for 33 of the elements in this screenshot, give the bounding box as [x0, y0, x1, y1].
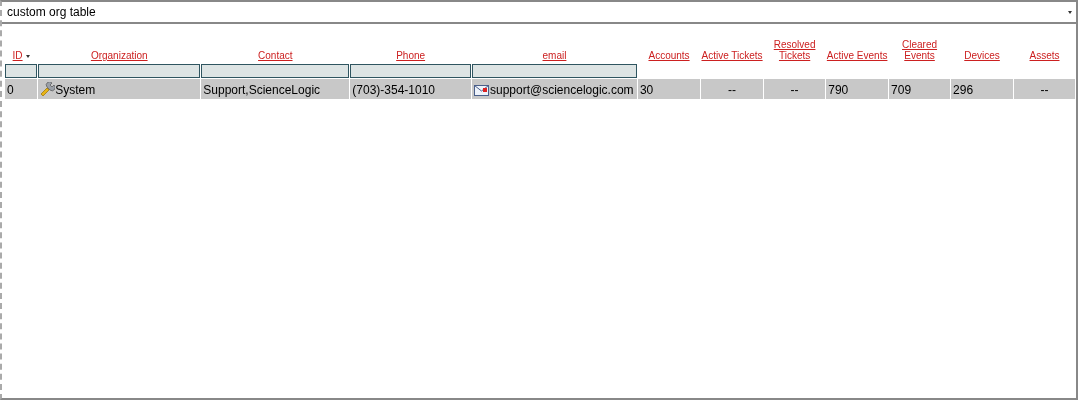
column-header-link[interactable]: Active Tickets	[701, 50, 763, 61]
table-cell: 0	[5, 79, 38, 99]
caret-icon	[1068, 10, 1072, 14]
filter-field[interactable]	[350, 64, 471, 78]
filter-field[interactable]	[472, 64, 637, 78]
table-cell: --	[1014, 79, 1075, 99]
table-cell: --	[701, 79, 763, 99]
table-cell: --	[764, 79, 826, 99]
table-cell: 709	[889, 79, 951, 99]
column-header-link[interactable]: Accounts	[648, 50, 690, 61]
table-cell: support@sciencelogic.com	[472, 79, 637, 99]
envelope-icon	[474, 82, 490, 96]
column-header-link[interactable]: Organization	[90, 50, 148, 61]
table-cell: 790	[826, 79, 889, 99]
filter-field[interactable]	[5, 64, 38, 78]
column-header-link[interactable]: Assets	[1029, 50, 1060, 61]
table-cell: (703)-354-1010	[350, 79, 471, 99]
wrench-icon	[40, 82, 56, 96]
column-header-link[interactable]: Contact	[258, 50, 293, 61]
column-header-link[interactable]: Active Events	[826, 50, 888, 61]
table-cell: 296	[951, 79, 1014, 99]
filter-field[interactable]	[38, 64, 201, 78]
filter-field[interactable]	[201, 64, 350, 78]
column-header-link[interactable]: email	[542, 50, 567, 61]
column-header-link[interactable]: Cleared Events	[889, 39, 951, 61]
column-header-link[interactable]: Phone	[396, 50, 426, 61]
table-cell: Support,ScienceLogic	[201, 79, 350, 99]
column-header-link[interactable]: ID	[12, 50, 23, 61]
table-cell: 30	[637, 79, 701, 99]
table-cell: System	[38, 79, 201, 99]
column-header-link[interactable]: Devices	[964, 50, 1000, 61]
column-header-link[interactable]: Resolved Tickets	[764, 39, 826, 61]
table-selector[interactable]: custom org table	[2, 2, 1076, 24]
